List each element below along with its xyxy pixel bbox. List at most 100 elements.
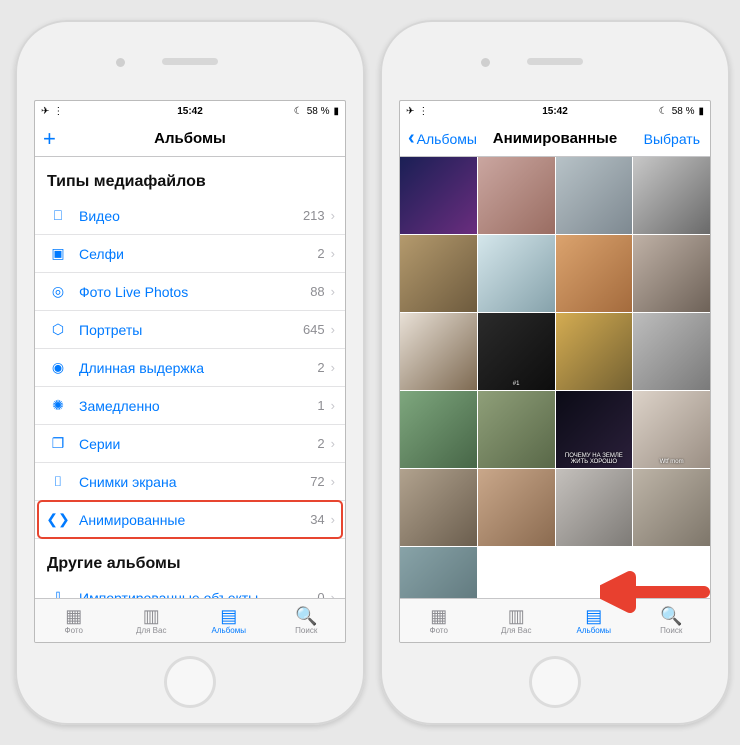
airplane-icon: ✈ xyxy=(41,106,49,117)
photo-thumbnail[interactable] xyxy=(478,157,555,234)
add-album-button[interactable]: + xyxy=(43,126,56,152)
chevron-right-icon: › xyxy=(331,590,335,598)
slomo-icon: ✺ xyxy=(47,397,69,414)
photo-thumbnail[interactable] xyxy=(400,157,477,234)
photo-thumbnail[interactable] xyxy=(400,313,477,390)
album-row[interactable]: ❐Серии2› xyxy=(35,425,345,463)
status-time: 15:42 xyxy=(177,106,203,117)
plus-icon: + xyxy=(43,126,56,152)
home-button[interactable] xyxy=(529,656,581,708)
album-row[interactable]: ❮❯Анимированные34› xyxy=(35,501,345,539)
photo-thumbnail[interactable] xyxy=(633,157,710,234)
tab-label: Поиск xyxy=(295,626,317,635)
photo-thumbnail[interactable] xyxy=(556,313,633,390)
album-row[interactable]: ✺Замедленно1› xyxy=(35,387,345,425)
photo-thumbnail[interactable] xyxy=(478,547,555,598)
photo-thumbnail[interactable] xyxy=(478,235,555,312)
tab-bar: ▦Фото ▥Для Вас ▤Альбомы 🔍Поиск xyxy=(35,598,345,642)
section-media-types: Типы медиафайлов xyxy=(35,157,345,197)
thumb-caption: Wtf mom xyxy=(635,459,708,465)
album-count: 645 xyxy=(303,322,325,337)
album-count: 72 xyxy=(310,474,324,489)
dnd-icon: ☾ xyxy=(659,106,668,117)
screenshot-icon: ⌷ xyxy=(47,473,69,490)
tab-photos-icon: ▦ xyxy=(65,607,82,625)
album-row[interactable]: ⬡Портреты645› xyxy=(35,311,345,349)
photo-thumbnail[interactable]: #1 xyxy=(478,313,555,390)
nav-bar: + Альбомы xyxy=(35,121,345,157)
phone-earpiece xyxy=(162,58,218,65)
photo-thumbnail[interactable] xyxy=(400,391,477,468)
wifi-icon: ⋮ xyxy=(53,106,63,117)
photo-thumbnail[interactable] xyxy=(400,547,477,598)
airplane-icon: ✈ xyxy=(406,106,414,117)
album-label: Селфи xyxy=(79,246,317,262)
selfie-icon: ▣ xyxy=(47,245,69,262)
photo-thumbnail[interactable] xyxy=(478,391,555,468)
tab-foryou[interactable]: ▥Для Вас xyxy=(478,599,556,642)
photo-thumbnail[interactable] xyxy=(556,235,633,312)
tab-search[interactable]: 🔍Поиск xyxy=(633,599,711,642)
phone-camera xyxy=(481,58,490,67)
album-count: 0 xyxy=(317,590,324,598)
photo-thumbnail[interactable] xyxy=(556,157,633,234)
album-count: 88 xyxy=(310,284,324,299)
photo-grid[interactable]: #1ПОЧЕМУ НА ЗЕМЛЕ ЖИТЬ ХОРОШОWtf mom xyxy=(400,157,710,598)
tab-label: Альбомы xyxy=(577,626,611,635)
animated-icon: ❮❯ xyxy=(47,511,69,528)
tab-label: Альбомы xyxy=(212,626,246,635)
home-button[interactable] xyxy=(164,656,216,708)
photo-thumbnail[interactable]: ПОЧЕМУ НА ЗЕМЛЕ ЖИТЬ ХОРОШО xyxy=(556,391,633,468)
tab-search-icon: 🔍 xyxy=(660,607,682,625)
photo-thumbnail[interactable]: Wtf mom xyxy=(633,391,710,468)
photo-thumbnail[interactable] xyxy=(633,313,710,390)
select-button[interactable]: Выбрать xyxy=(644,131,700,147)
chevron-right-icon: › xyxy=(331,398,335,413)
page-title: Анимированные xyxy=(493,130,617,147)
status-time: 15:42 xyxy=(542,106,568,117)
photo-thumbnail[interactable] xyxy=(556,547,633,598)
tab-label: Фото xyxy=(65,626,83,635)
back-button[interactable]: ‹Альбомы xyxy=(408,127,477,150)
photo-thumbnail[interactable] xyxy=(633,235,710,312)
screen-albums: ✈ ⋮ 15:42 ☾ 58 % ▮ + Альбомы Типы медиаф… xyxy=(34,100,346,643)
album-row[interactable]: ◎Фото Live Photos88› xyxy=(35,273,345,311)
tab-label: Для Вас xyxy=(136,626,166,635)
album-row[interactable]: ◉Длинная выдержка2› xyxy=(35,349,345,387)
chevron-right-icon: › xyxy=(331,436,335,451)
photo-thumbnail[interactable] xyxy=(400,235,477,312)
wifi-icon: ⋮ xyxy=(418,106,428,117)
album-row[interactable]: ⎕Видео213› xyxy=(35,197,345,235)
album-count: 2 xyxy=(317,360,324,375)
photo-thumbnail[interactable] xyxy=(400,469,477,546)
tab-photos[interactable]: ▦Фото xyxy=(35,599,113,642)
nav-bar: ‹Альбомы Анимированные Выбрать xyxy=(400,121,710,157)
tab-label: Фото xyxy=(430,626,448,635)
page-title: Альбомы xyxy=(154,130,226,147)
album-label: Длинная выдержка xyxy=(79,360,317,376)
album-count: 34 xyxy=(310,512,324,527)
album-label: Фото Live Photos xyxy=(79,284,310,300)
album-count: 2 xyxy=(317,436,324,451)
photo-thumbnail[interactable] xyxy=(633,547,710,598)
photo-thumbnail[interactable] xyxy=(478,469,555,546)
tab-photos[interactable]: ▦Фото xyxy=(400,599,478,642)
tab-foryou[interactable]: ▥Для Вас xyxy=(113,599,191,642)
burst-icon: ❐ xyxy=(47,435,69,452)
album-count: 2 xyxy=(317,246,324,261)
album-row[interactable]: ⌷Снимки экрана72› xyxy=(35,463,345,501)
tab-search-icon: 🔍 xyxy=(295,607,317,625)
album-label: Анимированные xyxy=(79,512,310,528)
album-row[interactable]: ⇩Импортированные объекты0› xyxy=(35,579,345,598)
tab-search[interactable]: 🔍Поиск xyxy=(268,599,346,642)
battery-icon: ▮ xyxy=(333,106,339,117)
photo-thumbnail[interactable] xyxy=(633,469,710,546)
tab-albums[interactable]: ▤Альбомы xyxy=(190,599,268,642)
album-row[interactable]: ▣Селфи2› xyxy=(35,235,345,273)
chevron-right-icon: › xyxy=(331,284,335,299)
section-other-albums: Другие альбомы xyxy=(35,539,345,579)
tab-albums[interactable]: ▤Альбомы xyxy=(555,599,633,642)
photo-thumbnail[interactable] xyxy=(556,469,633,546)
photo-grid-container: #1ПОЧЕМУ НА ЗЕМЛЕ ЖИТЬ ХОРОШОWtf mom xyxy=(400,157,710,598)
dnd-icon: ☾ xyxy=(294,106,303,117)
